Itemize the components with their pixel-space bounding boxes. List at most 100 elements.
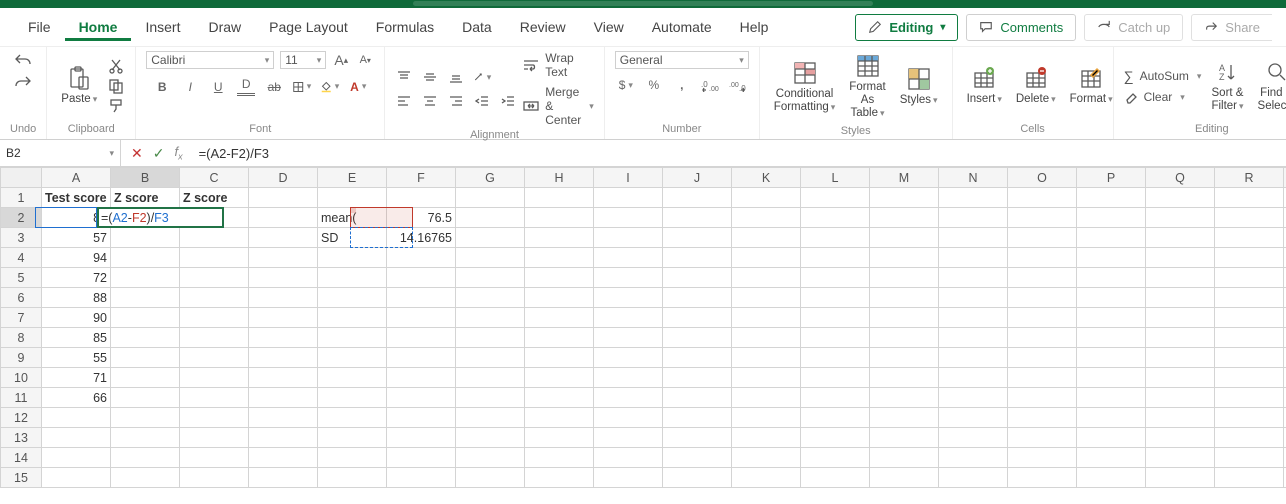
cell-L13[interactable] — [801, 428, 870, 448]
cell-P11[interactable] — [1077, 388, 1146, 408]
cell-A6[interactable]: 88 — [42, 288, 111, 308]
format-as-table-button[interactable]: Format As Table — [845, 51, 889, 123]
cell-R8[interactable] — [1215, 328, 1284, 348]
double-underline-icon[interactable]: D — [237, 77, 255, 96]
menu-help[interactable]: Help — [726, 13, 783, 41]
cell-R9[interactable] — [1215, 348, 1284, 368]
align-left-icon[interactable] — [395, 93, 413, 109]
cell-G9[interactable] — [456, 348, 525, 368]
cell-O7[interactable] — [1008, 308, 1077, 328]
cell-R6[interactable] — [1215, 288, 1284, 308]
cell-D12[interactable] — [249, 408, 318, 428]
cell-C15[interactable] — [180, 468, 249, 488]
cell-I2[interactable] — [594, 208, 663, 228]
cell-I1[interactable] — [594, 188, 663, 208]
cell-P4[interactable] — [1077, 248, 1146, 268]
clear-button[interactable]: Clear — [1124, 90, 1202, 104]
col-header-O[interactable]: O — [1008, 168, 1077, 188]
cell-R15[interactable] — [1215, 468, 1284, 488]
cell-P14[interactable] — [1077, 448, 1146, 468]
cell-E15[interactable] — [318, 468, 387, 488]
cell-H13[interactable] — [525, 428, 594, 448]
cell-D6[interactable] — [249, 288, 318, 308]
cell-B15[interactable] — [111, 468, 180, 488]
cell-O12[interactable] — [1008, 408, 1077, 428]
cell-N14[interactable] — [939, 448, 1008, 468]
col-header-E[interactable]: E — [318, 168, 387, 188]
cell-M1[interactable] — [870, 188, 939, 208]
decrease-decimal-icon[interactable]: .00.0 — [729, 77, 747, 93]
cell-A1[interactable]: Test score — [42, 188, 111, 208]
cell-R10[interactable] — [1215, 368, 1284, 388]
row-header-10[interactable]: 10 — [1, 368, 42, 388]
align-right-icon[interactable] — [447, 93, 465, 109]
cell-F10[interactable] — [387, 368, 456, 388]
cell-L15[interactable] — [801, 468, 870, 488]
cancel-icon[interactable]: ✕ — [131, 145, 143, 162]
cell-M3[interactable] — [870, 228, 939, 248]
menu-page-layout[interactable]: Page Layout — [255, 13, 362, 41]
decrease-indent-icon[interactable] — [473, 93, 491, 109]
cell-I15[interactable] — [594, 468, 663, 488]
cell-Q3[interactable] — [1146, 228, 1215, 248]
col-header-I[interactable]: I — [594, 168, 663, 188]
paste-button[interactable]: Paste — [57, 63, 101, 108]
cell-R1[interactable] — [1215, 188, 1284, 208]
cell-J10[interactable] — [663, 368, 732, 388]
cell-A7[interactable]: 90 — [42, 308, 111, 328]
cell-Q4[interactable] — [1146, 248, 1215, 268]
col-header-H[interactable]: H — [525, 168, 594, 188]
cell-O8[interactable] — [1008, 328, 1077, 348]
cell-N7[interactable] — [939, 308, 1008, 328]
cell-H10[interactable] — [525, 368, 594, 388]
cell-I13[interactable] — [594, 428, 663, 448]
cell-H1[interactable] — [525, 188, 594, 208]
cell-A13[interactable] — [42, 428, 111, 448]
align-middle-icon[interactable] — [421, 69, 439, 85]
cell-J2[interactable] — [663, 208, 732, 228]
cell-M15[interactable] — [870, 468, 939, 488]
cell-P3[interactable] — [1077, 228, 1146, 248]
cell-G11[interactable] — [456, 388, 525, 408]
cell-P7[interactable] — [1077, 308, 1146, 328]
cell-Q7[interactable] — [1146, 308, 1215, 328]
cell-F15[interactable] — [387, 468, 456, 488]
cell-B1[interactable]: Z score — [111, 188, 180, 208]
cell-C7[interactable] — [180, 308, 249, 328]
cell-K6[interactable] — [732, 288, 801, 308]
cell-F7[interactable] — [387, 308, 456, 328]
row-header-4[interactable]: 4 — [1, 248, 42, 268]
cell-E13[interactable] — [318, 428, 387, 448]
cell-J12[interactable] — [663, 408, 732, 428]
cell-O3[interactable] — [1008, 228, 1077, 248]
cell-R13[interactable] — [1215, 428, 1284, 448]
cell-J1[interactable] — [663, 188, 732, 208]
cell-I10[interactable] — [594, 368, 663, 388]
cell-F9[interactable] — [387, 348, 456, 368]
cell-D9[interactable] — [249, 348, 318, 368]
select-all-corner[interactable] — [1, 168, 42, 188]
align-top-icon[interactable] — [395, 69, 413, 85]
cell-G13[interactable] — [456, 428, 525, 448]
fill-color-icon[interactable] — [321, 79, 339, 95]
cell-L10[interactable] — [801, 368, 870, 388]
col-header-M[interactable]: M — [870, 168, 939, 188]
cell-J14[interactable] — [663, 448, 732, 468]
cell-F4[interactable] — [387, 248, 456, 268]
cell-E10[interactable] — [318, 368, 387, 388]
cell-Q15[interactable] — [1146, 468, 1215, 488]
row-header-14[interactable]: 14 — [1, 448, 42, 468]
cell-L1[interactable] — [801, 188, 870, 208]
cell-C3[interactable] — [180, 228, 249, 248]
cell-G2[interactable] — [456, 208, 525, 228]
font-color-icon[interactable]: A — [349, 79, 367, 95]
cell-N10[interactable] — [939, 368, 1008, 388]
col-header-J[interactable]: J — [663, 168, 732, 188]
cell-P8[interactable] — [1077, 328, 1146, 348]
cell-G8[interactable] — [456, 328, 525, 348]
cell-B7[interactable] — [111, 308, 180, 328]
cell-C6[interactable] — [180, 288, 249, 308]
menu-insert[interactable]: Insert — [131, 13, 194, 41]
menu-draw[interactable]: Draw — [194, 13, 255, 41]
cell-F12[interactable] — [387, 408, 456, 428]
